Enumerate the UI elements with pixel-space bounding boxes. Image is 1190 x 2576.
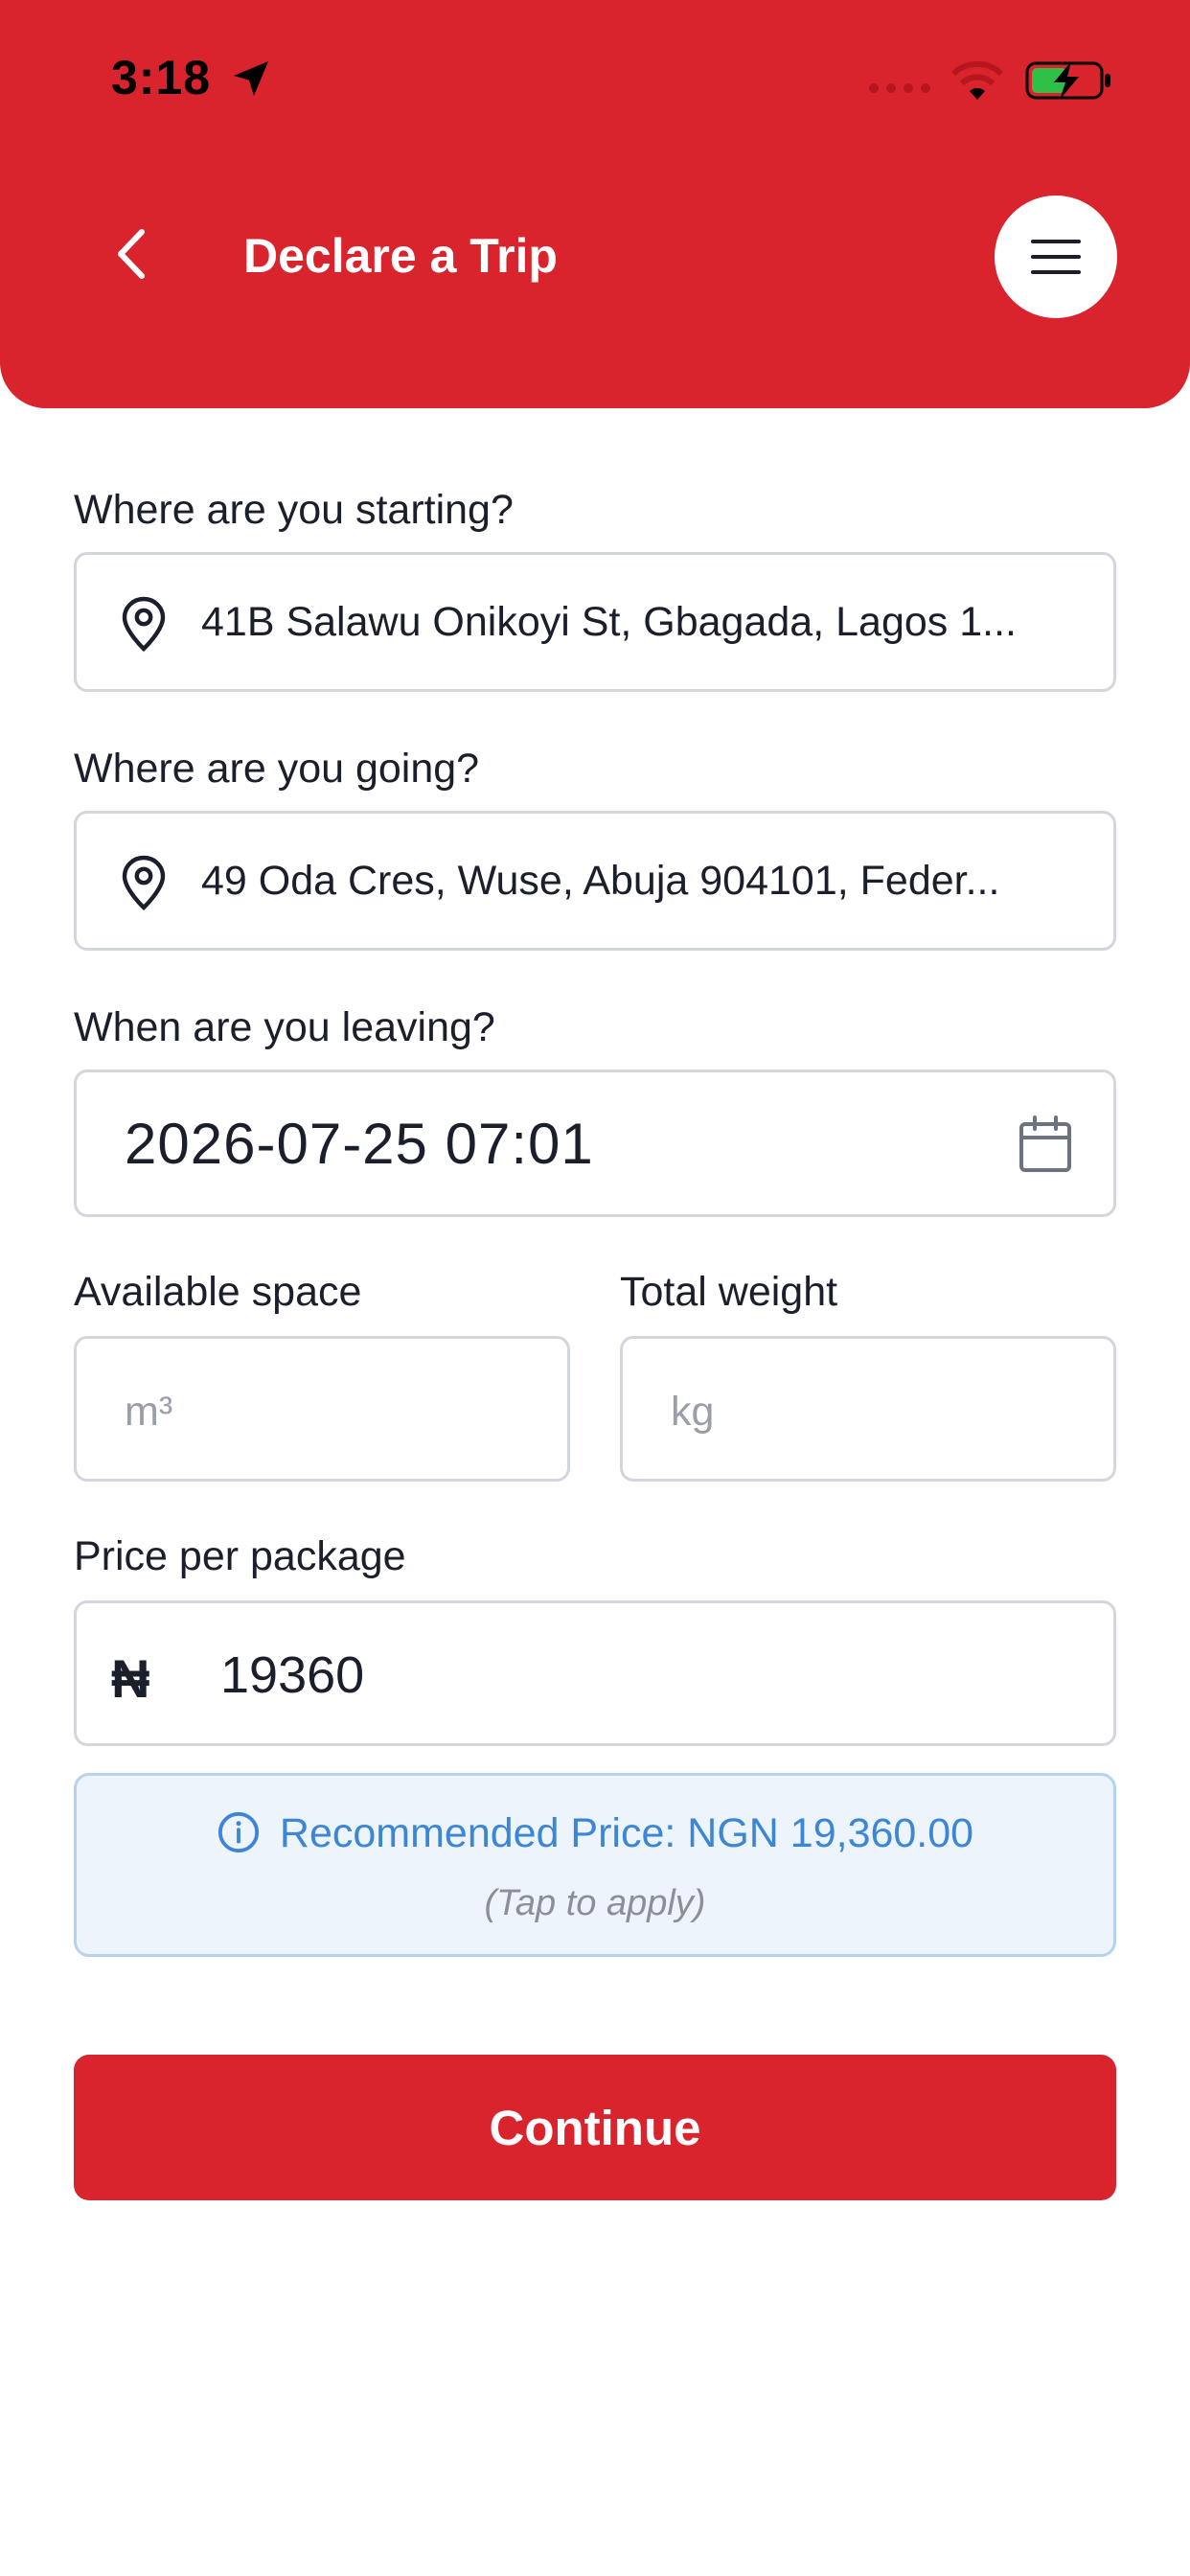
menu-button[interactable]: [995, 196, 1117, 318]
departure-label: When are you leaving?: [74, 1004, 495, 1050]
destination-field[interactable]: 49 Oda Cres, Wuse, Abuja 904101, Feder..…: [74, 811, 1116, 951]
price-value: 19360: [220, 1646, 365, 1704]
available-space-placeholder: m³: [125, 1389, 173, 1435]
price-label: Price per package: [74, 1533, 406, 1579]
recommended-price-line: Recommended Price: NGN 19,360.00: [77, 1810, 1113, 1857]
destination-value: 49 Oda Cres, Wuse, Abuja 904101, Feder..…: [201, 858, 1000, 904]
hamburger-menu-icon: [1031, 240, 1081, 274]
price-input[interactable]: ₦ 19360: [74, 1600, 1116, 1746]
continue-button[interactable]: Continue: [74, 2055, 1116, 2200]
signal-dots-icon: [869, 83, 930, 93]
start-location-value: 41B Salawu Onikoyi St, Gbagada, Lagos 1.…: [201, 599, 1017, 645]
total-weight-label: Total weight: [620, 1269, 838, 1315]
wifi-icon: [950, 60, 1004, 100]
recommended-price-hint: (Tap to apply): [484, 1883, 706, 1923]
info-icon: [217, 1811, 259, 1853]
location-arrow-icon: [234, 61, 268, 96]
departure-datetime-field[interactable]: 2026-07-25 07:01: [74, 1070, 1116, 1217]
status-time: 3:18: [111, 51, 212, 104]
recommended-price-text: Recommended Price: NGN 19,360.00: [279, 1810, 974, 1856]
location-pin-icon: [122, 596, 166, 653]
page-title: Declare a Trip: [243, 229, 558, 283]
recommended-price-banner[interactable]: Recommended Price: NGN 19,360.00 (Tap to…: [74, 1773, 1116, 1957]
currency-symbol: ₦: [111, 1648, 150, 1709]
chevron-left-icon: [118, 229, 145, 279]
app-header: 3:18 Declare a Trip: [0, 0, 1190, 408]
battery-charging-icon: [1025, 61, 1110, 100]
available-space-label: Available space: [74, 1269, 362, 1315]
location-pin-icon: [122, 855, 166, 911]
available-space-input[interactable]: m³: [74, 1336, 570, 1482]
total-weight-input[interactable]: kg: [620, 1336, 1116, 1482]
total-weight-placeholder: kg: [671, 1389, 715, 1435]
departure-datetime-value: 2026-07-25 07:01: [125, 1112, 594, 1176]
start-location-field[interactable]: 41B Salawu Onikoyi St, Gbagada, Lagos 1.…: [74, 552, 1116, 692]
back-button[interactable]: [100, 220, 167, 288]
destination-label: Where are you going?: [74, 746, 480, 792]
start-location-label: Where are you starting?: [74, 487, 514, 533]
calendar-icon[interactable]: [1018, 1115, 1073, 1174]
